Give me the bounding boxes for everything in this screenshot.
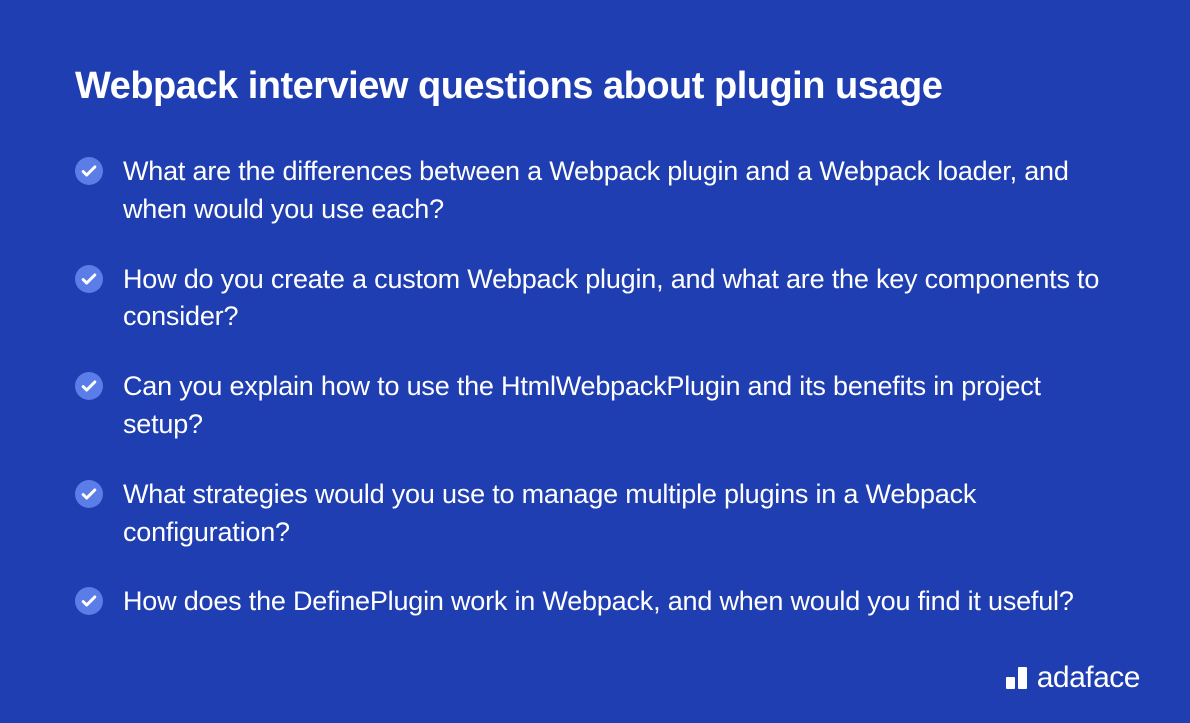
list-item: What are the differences between a Webpa… [75, 153, 1115, 229]
questions-list: What are the differences between a Webpa… [75, 153, 1115, 621]
list-item: How does the DefinePlugin work in Webpac… [75, 583, 1115, 621]
checkmark-icon [75, 480, 103, 508]
checkmark-icon [75, 372, 103, 400]
checkmark-icon [75, 587, 103, 615]
list-item: How do you create a custom Webpack plugi… [75, 261, 1115, 337]
brand-logo: adaface [1006, 661, 1140, 695]
checkmark-icon [75, 157, 103, 185]
list-item: Can you explain how to use the HtmlWebpa… [75, 368, 1115, 444]
question-text: What are the differences between a Webpa… [123, 153, 1115, 229]
list-item: What strategies would you use to manage … [75, 476, 1115, 552]
question-text: How do you create a custom Webpack plugi… [123, 261, 1115, 337]
page-title: Webpack interview questions about plugin… [75, 65, 1115, 108]
question-text: How does the DefinePlugin work in Webpac… [123, 583, 1074, 621]
question-text: Can you explain how to use the HtmlWebpa… [123, 368, 1115, 444]
question-text: What strategies would you use to manage … [123, 476, 1115, 552]
checkmark-icon [75, 265, 103, 293]
brand-bars-icon [1006, 667, 1027, 689]
brand-name: adaface [1037, 661, 1140, 695]
